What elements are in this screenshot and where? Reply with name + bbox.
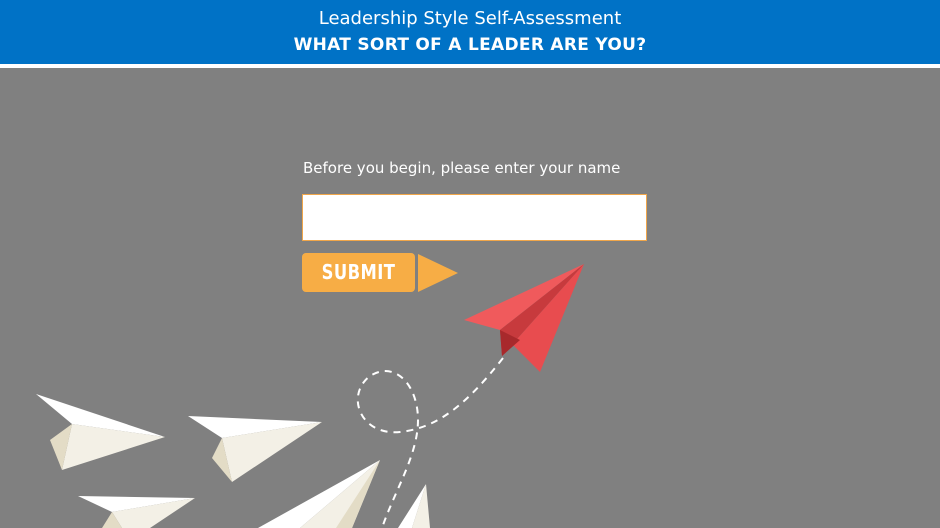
assessment-page: Leadership Style Self-Assessment WHAT SO… <box>0 0 940 528</box>
white-paper-plane-icon <box>78 496 195 528</box>
white-paper-plane-icon <box>36 394 165 470</box>
name-input[interactable] <box>302 194 647 241</box>
name-prompt: Before you begin, please enter your name <box>303 159 621 177</box>
white-paper-plane-icon <box>258 460 380 528</box>
white-paper-plane-icon <box>188 416 322 482</box>
white-paper-plane-icon <box>398 484 430 528</box>
submit-label: SUBMIT <box>321 260 396 284</box>
red-paper-plane-icon <box>464 264 584 372</box>
arrow-right-icon[interactable] <box>418 254 458 292</box>
dashed-flight-path <box>356 357 504 528</box>
submit-button[interactable]: SUBMIT <box>302 253 415 292</box>
paper-planes-illustration <box>36 264 584 528</box>
